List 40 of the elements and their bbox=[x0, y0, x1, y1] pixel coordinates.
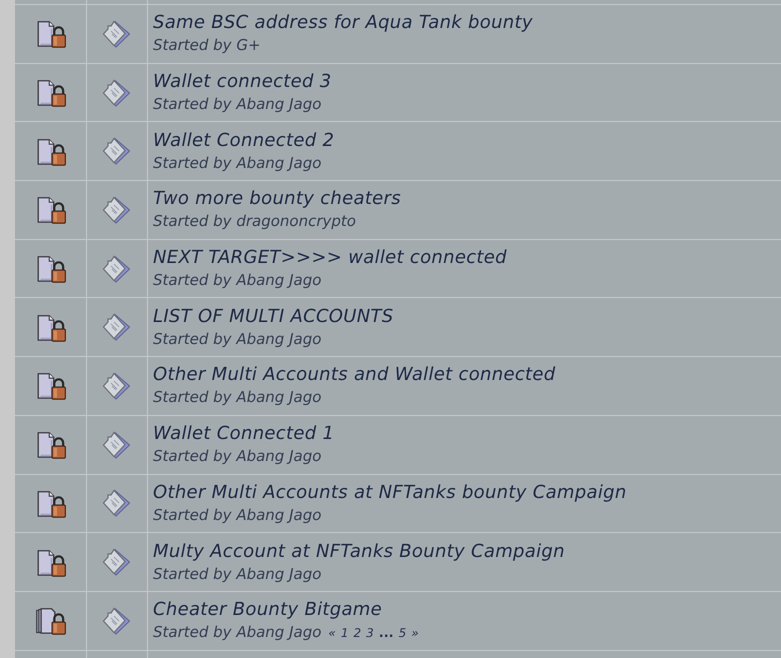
topic-title-link[interactable]: Two more bounty cheaters bbox=[153, 188, 401, 210]
topic-starter: Started by Abang Jago bbox=[153, 564, 322, 584]
topic-starter: Started by Abang Jago bbox=[153, 330, 322, 349]
topic-title-link[interactable]: Multy Account at NFTanks Bounty Campaign bbox=[153, 540, 565, 563]
topic-starter: Started by G+ bbox=[153, 36, 261, 56]
topic-starter: Started by Abang Jago bbox=[153, 623, 322, 642]
topic-title-link[interactable]: Wallet Connected 1 bbox=[153, 423, 334, 446]
topic-title-link[interactable]: Wallet connected 3 bbox=[153, 71, 332, 94]
page-icon bbox=[102, 78, 132, 108]
topic-starter: Started by dragononcrypto bbox=[153, 212, 356, 232]
page-icon bbox=[102, 312, 132, 342]
page-link[interactable]: 3 bbox=[366, 626, 374, 640]
topic-starter: Started by Abang Jago bbox=[153, 95, 322, 114]
topic-title-link[interactable]: Other Multi Accounts and Wallet connected bbox=[153, 364, 556, 386]
topic-title-link[interactable]: LIST OF MULTI ACCOUNTS bbox=[153, 306, 394, 328]
page-icon bbox=[102, 254, 132, 284]
topic-title-link[interactable]: Cheater Bounty Bitgame bbox=[153, 599, 382, 622]
page-ellipsis: ... bbox=[378, 626, 394, 642]
page-icon bbox=[102, 136, 132, 166]
topic-title-link[interactable]: NEXT TARGET>>>> wallet connected bbox=[153, 247, 507, 270]
topic-title-link[interactable]: Other Multi Accounts at NFTanks bounty Campaign bbox=[153, 482, 627, 504]
page-icon bbox=[102, 488, 132, 518]
page-icon bbox=[102, 606, 132, 636]
page-link[interactable]: 5 bbox=[398, 626, 406, 640]
page-link[interactable]: 1 bbox=[340, 626, 348, 640]
page-icon bbox=[102, 547, 132, 578]
topic-starter: Started by Abang Jago bbox=[153, 154, 322, 173]
topic-starter: Started by Abang Jago bbox=[153, 271, 322, 290]
topic-starter: Started by Abang Jago bbox=[153, 388, 322, 408]
page-icon bbox=[102, 194, 132, 225]
topic-starter: Started by Abang Jago bbox=[153, 506, 322, 525]
page-icon bbox=[102, 430, 132, 460]
page-link[interactable]: 2 bbox=[353, 626, 362, 640]
topic-title-link[interactable]: Wallet Connected 2 bbox=[153, 130, 334, 152]
topic-starter: Started by Abang Jago bbox=[153, 447, 322, 466]
page-icon bbox=[102, 18, 132, 49]
page-link[interactable]: » bbox=[411, 626, 419, 640]
topic-title-link[interactable]: Same BSC address for Aqua Tank bounty bbox=[153, 12, 533, 34]
page-icon bbox=[102, 370, 132, 401]
page-link[interactable]: « bbox=[328, 626, 336, 640]
